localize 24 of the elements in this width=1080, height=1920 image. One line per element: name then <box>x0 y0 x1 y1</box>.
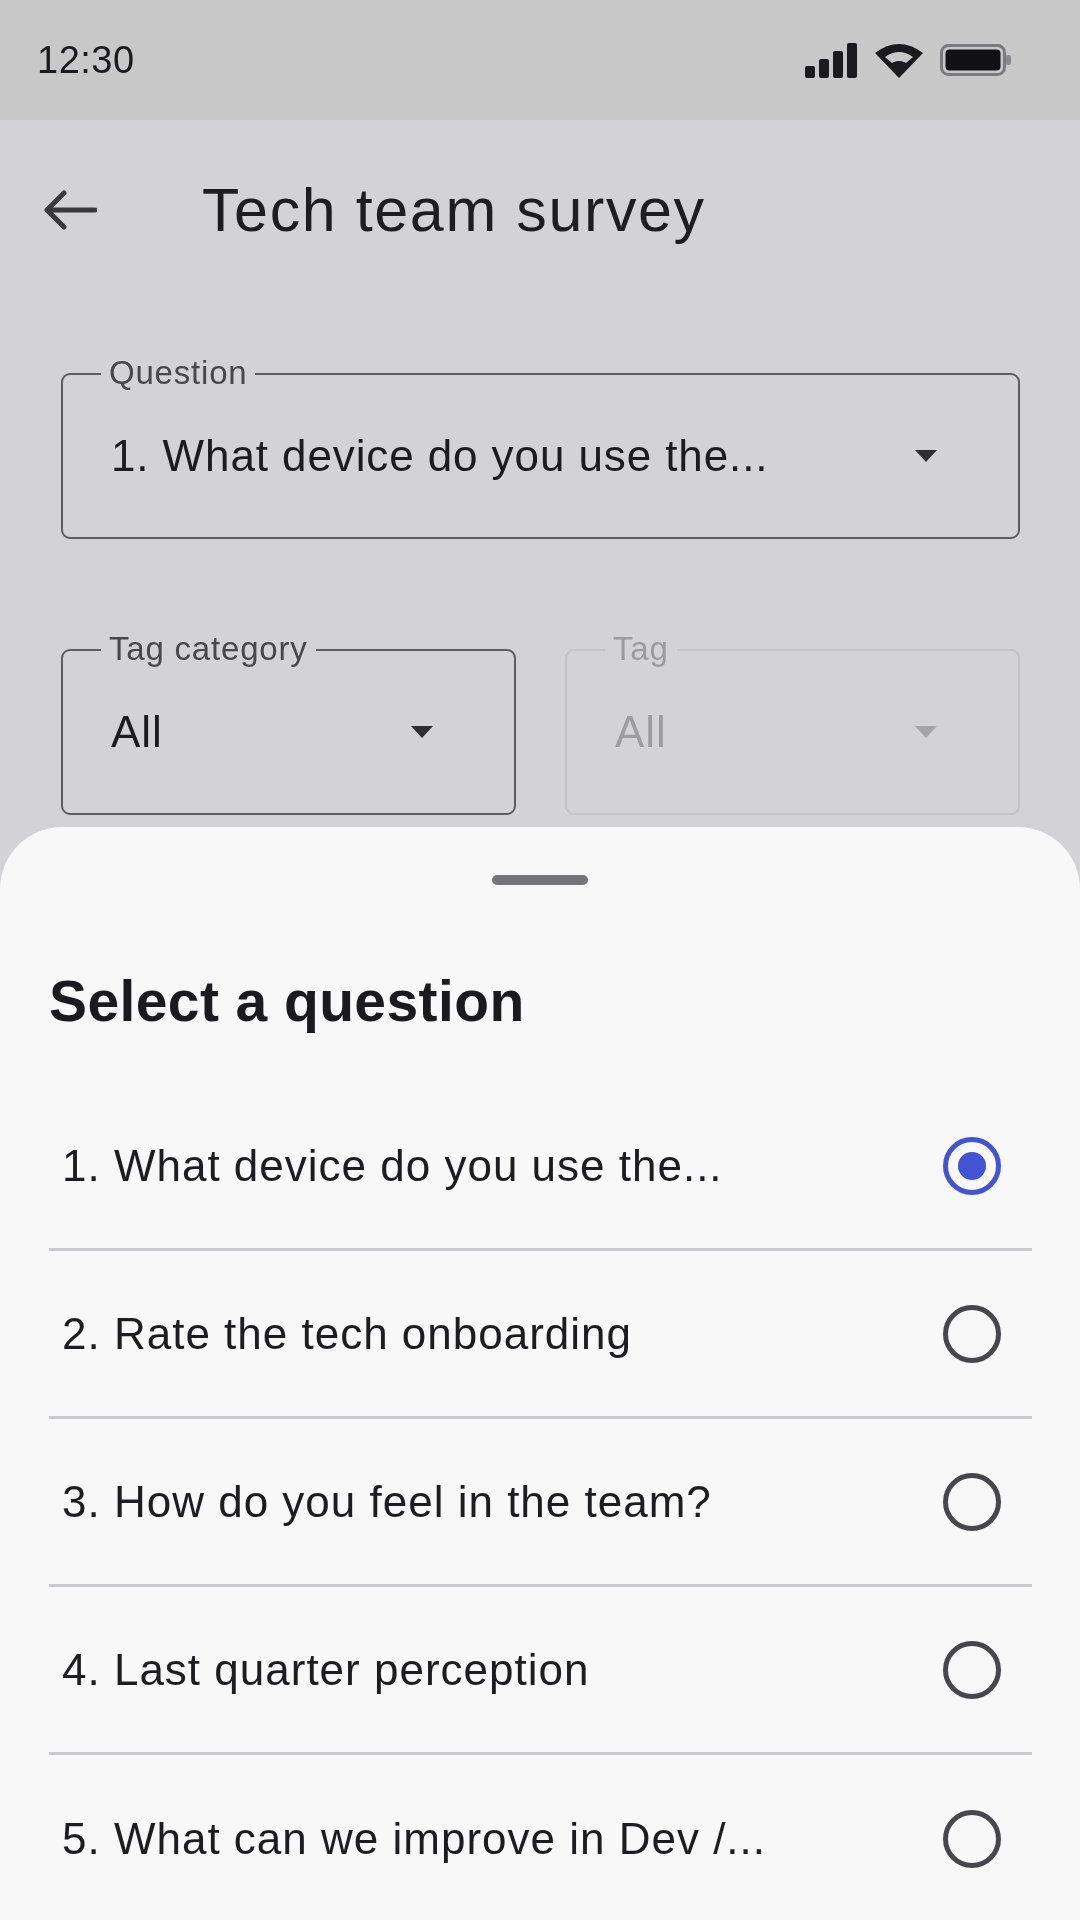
question-option[interactable]: 3. How do you feel in the team? <box>49 1419 1032 1587</box>
back-button[interactable] <box>43 190 97 230</box>
drag-handle[interactable] <box>492 875 588 885</box>
radio-button[interactable] <box>943 1136 1001 1195</box>
status-time: 12:30 <box>37 38 135 82</box>
radio-button[interactable] <box>943 1810 1001 1868</box>
question-option[interactable]: 4. Last quarter perception <box>49 1587 1032 1755</box>
battery-icon <box>940 44 1012 76</box>
radio-button[interactable] <box>943 1472 1001 1531</box>
question-option[interactable]: 2. Rate the tech onboarding <box>49 1251 1032 1419</box>
question-option[interactable]: 5. What can we improve in Dev /... <box>49 1755 1032 1920</box>
back-arrow-icon <box>43 190 97 230</box>
dropdown-caret-icon <box>914 449 938 463</box>
signal-icon <box>805 42 858 78</box>
dropdown-caret-icon <box>914 725 938 739</box>
radio-button[interactable] <box>943 1640 1001 1699</box>
dropdown-caret-icon <box>410 725 434 739</box>
radio-button[interactable] <box>943 1304 1001 1363</box>
wifi-icon <box>875 42 923 78</box>
sheet-title: Select a question <box>49 968 526 1035</box>
tag-dropdown[interactable]: Tag category All <box>61 631 516 815</box>
question-dropdown[interactable]: Question 1. What device do you use the... <box>61 355 1020 539</box>
question-option[interactable]: 1. What device do you use the... <box>49 1083 1032 1251</box>
screen-title: Tech team survey <box>202 175 706 246</box>
